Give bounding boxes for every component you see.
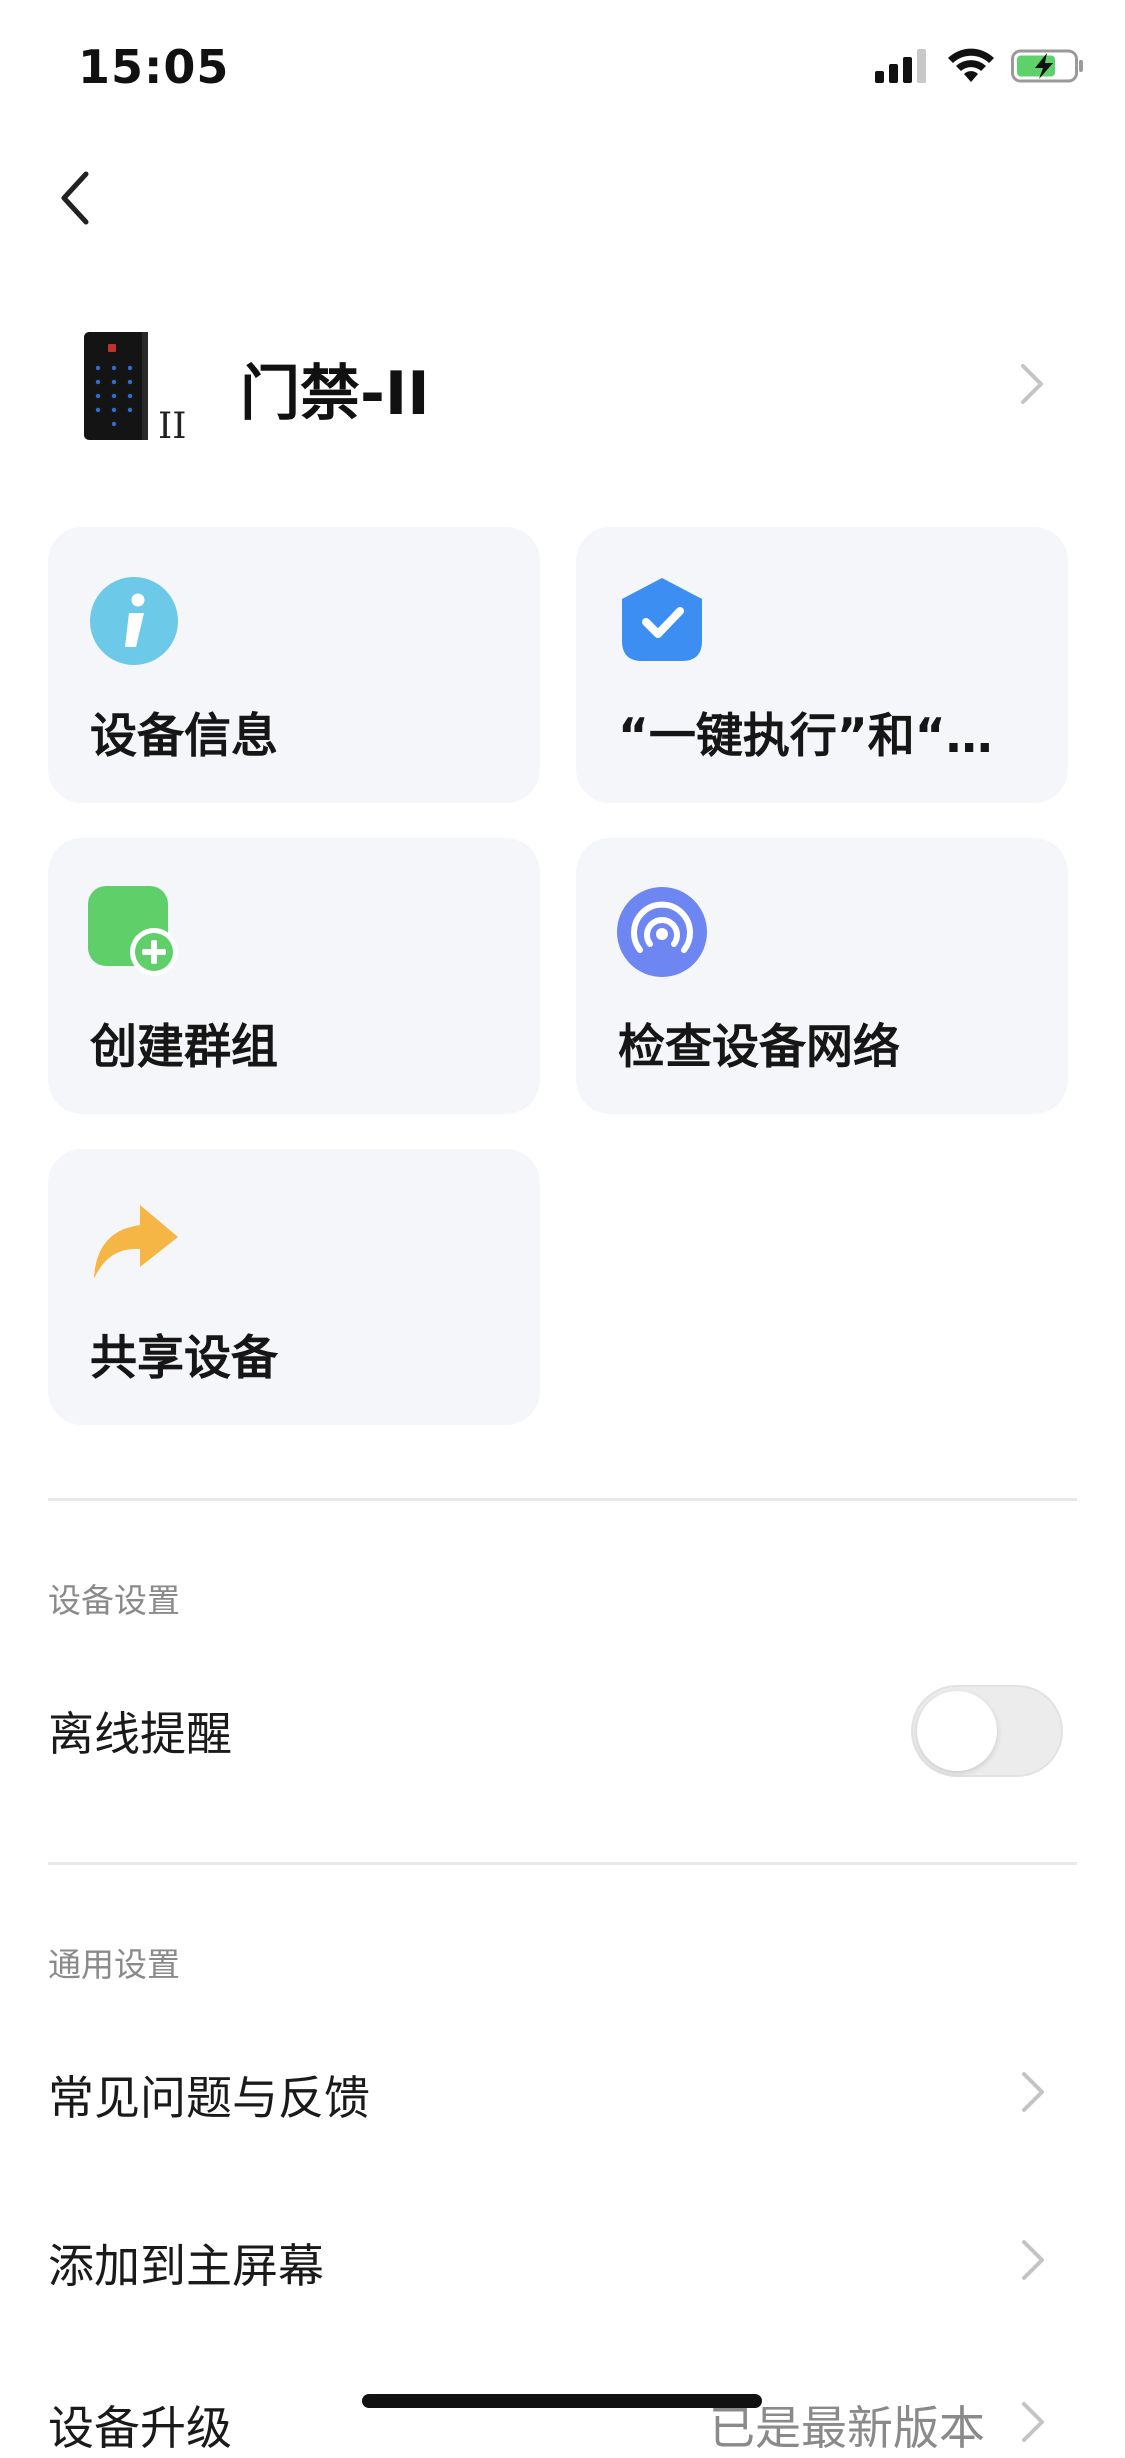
- chevron-right-icon: [1022, 2402, 1044, 2442]
- battery-charging-icon: [1011, 49, 1083, 83]
- section-divider: [48, 1862, 1077, 1865]
- home-indicator[interactable]: [362, 2394, 762, 2408]
- toggle-knob: [917, 1691, 997, 1771]
- share-device-card[interactable]: 共享设备: [48, 1149, 540, 1425]
- info-icon: [90, 577, 178, 665]
- chevron-right-icon: [1022, 2072, 1044, 2112]
- chevron-left-icon: [61, 171, 89, 225]
- status-time: 15:05: [78, 40, 230, 94]
- status-icons: [875, 46, 1085, 86]
- share-device-label: 共享设备: [90, 1331, 278, 1386]
- offline-reminder-label: 离线提醒: [48, 1707, 232, 1761]
- faq-feedback-row[interactable]: 常见问题与反馈: [48, 2062, 370, 2128]
- device-detail-button[interactable]: [1017, 362, 1047, 406]
- one-tap-automation-card[interactable]: “一键执行”和“…: [576, 527, 1068, 803]
- wifi-icon: [948, 48, 994, 82]
- back-button[interactable]: [52, 168, 102, 228]
- device-name[interactable]: 门禁-II: [240, 345, 430, 432]
- device-thumb-label: II: [158, 406, 186, 447]
- add-to-home-screen-row[interactable]: 添加到主屏幕: [48, 2230, 324, 2296]
- device-upgrade-row[interactable]: 设备升级: [48, 2392, 232, 2458]
- add-group-icon: [88, 886, 178, 976]
- device-settings-title: 设备设置: [48, 1581, 180, 1620]
- device-thumbnail[interactable]: II: [80, 330, 200, 450]
- create-group-card[interactable]: 创建群组: [48, 838, 540, 1114]
- offline-reminder-toggle[interactable]: [911, 1685, 1063, 1777]
- check-shield-icon: [622, 578, 702, 661]
- network-signal-icon: [617, 887, 707, 977]
- chevron-right-icon: [1021, 364, 1043, 404]
- keypad-device-image: II: [84, 332, 186, 447]
- cellular-signal-icon: [875, 49, 926, 83]
- one-tap-automation-label: “一键执行”和“…: [618, 709, 993, 764]
- chevron-right-icon: [1022, 2240, 1044, 2280]
- create-group-label: 创建群组: [90, 1020, 278, 1075]
- general-settings-title: 通用设置: [48, 1945, 180, 1984]
- check-network-card[interactable]: 检查设备网络: [576, 838, 1068, 1114]
- device-info-label: 设备信息: [90, 709, 278, 764]
- check-network-label: 检查设备网络: [618, 1020, 900, 1075]
- share-arrow-icon: [94, 1205, 178, 1279]
- section-divider: [48, 1498, 1077, 1501]
- device-info-card[interactable]: 设备信息: [48, 527, 540, 803]
